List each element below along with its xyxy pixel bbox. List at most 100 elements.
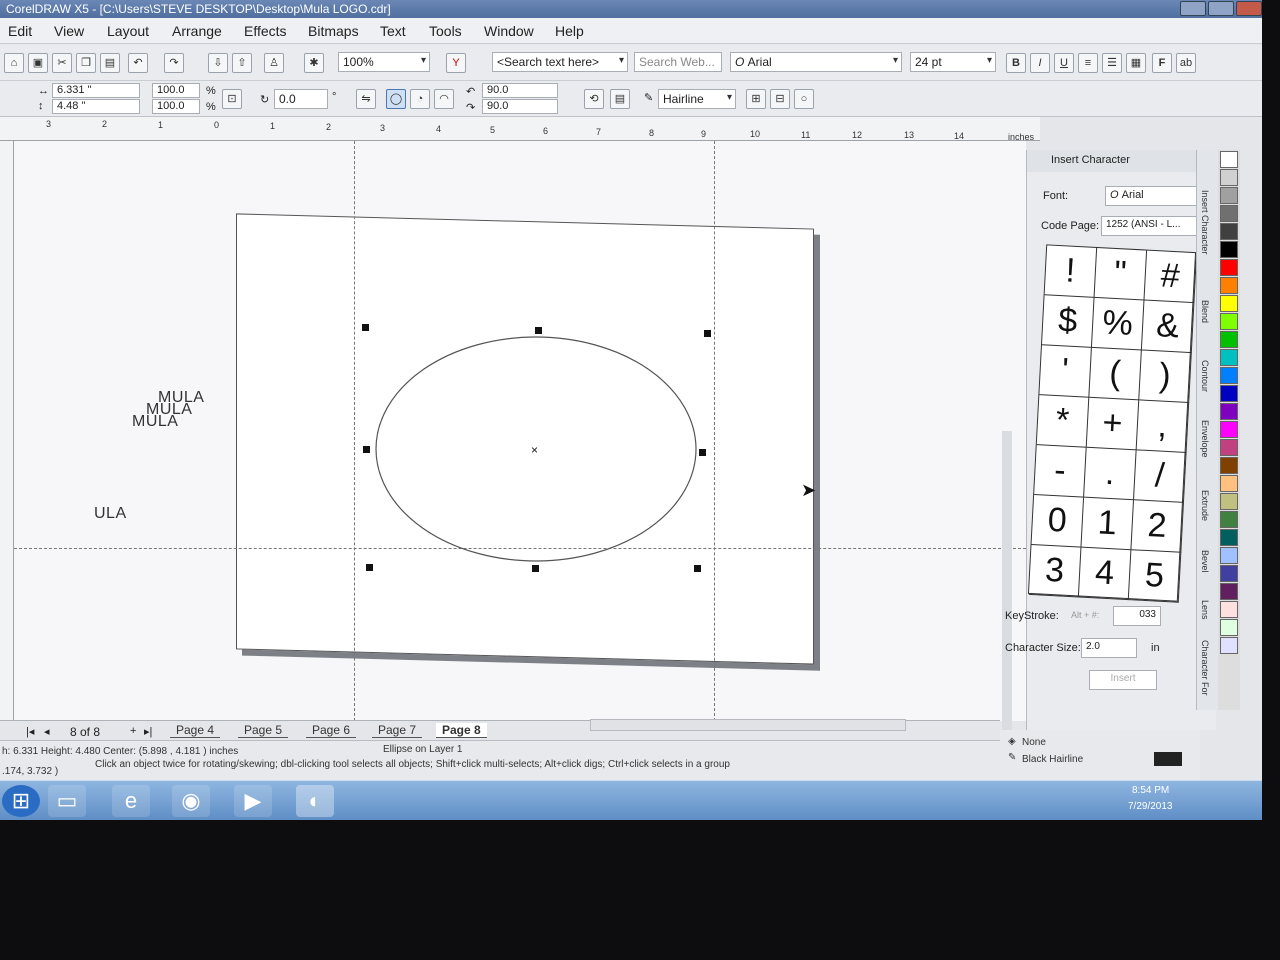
internet-explorer-icon[interactable]: e [112,785,150,817]
canvas-text-ula[interactable]: ULA [94,505,127,523]
close-button[interactable] [1236,1,1262,16]
color-swatch[interactable] [1220,259,1238,276]
prev-page-icon[interactable]: ◂ [44,725,50,738]
tab-lens[interactable]: Lens [1200,600,1210,620]
character-cell[interactable]: $ [1041,295,1095,348]
menu-text[interactable]: Text [380,23,406,39]
coreldraw-icon[interactable]: ◐ [296,785,334,817]
bullet-list-icon[interactable]: ☰ [1102,53,1122,73]
scale-x-field[interactable]: 100.0 [152,83,200,98]
character-cell[interactable]: & [1141,300,1195,354]
character-formatting-icon[interactable]: F [1152,53,1172,73]
start-button-icon[interactable]: ⊞ [2,785,40,817]
color-swatch[interactable] [1220,205,1238,222]
selection-handle-r[interactable] [699,449,706,456]
object-width-field[interactable]: 6.331 " [52,83,140,98]
color-swatch[interactable] [1220,583,1238,600]
codepage-select[interactable]: 1252 (ANSI - L... [1101,216,1205,236]
underline-icon[interactable]: U [1054,53,1074,73]
menu-window[interactable]: Window [484,23,534,39]
wrap-text-icon[interactable]: ▤ [610,89,630,109]
copy-icon[interactable]: ❐ [76,53,96,73]
vertical-ruler[interactable] [0,141,14,721]
color-swatch[interactable] [1220,475,1238,492]
object-height-field[interactable]: 4.48 " [52,99,140,114]
end-angle-field[interactable]: 90.0 [482,99,558,114]
next-page-icon[interactable]: + [130,725,136,737]
selected-ellipse[interactable]: × [14,141,1026,721]
character-cell[interactable]: 0 [1031,495,1085,548]
character-cell[interactable]: " [1094,247,1148,301]
selection-handle-tr[interactable] [704,330,711,337]
align-icon[interactable]: ≡ [1078,53,1098,73]
direction-icon[interactable]: ⟲ [584,89,604,109]
color-swatch[interactable] [1220,241,1238,258]
character-cell[interactable]: / [1133,450,1187,503]
color-swatch[interactable] [1220,637,1238,654]
rotation-angle-field[interactable]: 0.0 [274,89,328,109]
character-cell[interactable]: ( [1089,347,1142,401]
character-cell[interactable]: # [1144,250,1198,304]
lock-ratio-icon[interactable]: ⊡ [222,89,242,109]
import-icon[interactable]: ⇩ [208,53,228,73]
start-angle-field[interactable]: 90.0 [482,83,558,98]
menu-effects[interactable]: Effects [244,23,287,39]
vertical-scrollbar[interactable] [1002,431,1012,736]
convert-to-curves-icon[interactable]: ⊞ [746,89,766,109]
ellipse-icon[interactable]: ◯ [386,89,406,109]
character-cell[interactable]: ) [1139,350,1192,404]
save-icon[interactable]: ▣ [28,53,48,73]
selection-handle-br[interactable] [694,565,701,572]
color-swatch[interactable] [1220,619,1238,636]
last-page-icon[interactable]: ▸| [144,725,152,738]
redo-icon[interactable]: ↷ [164,53,184,73]
selection-handle-b[interactable] [532,565,539,572]
mirror-icon[interactable]: ⇋ [356,89,376,109]
tab-page-6[interactable]: Page 6 [306,723,357,738]
maximize-button[interactable] [1208,1,1234,16]
yahoo-icon[interactable]: Y [446,53,466,73]
media-player-icon[interactable]: ▶ [234,785,272,817]
character-cell[interactable]: * [1036,395,1090,448]
canvas-text-mula[interactable]: MULA [132,413,178,431]
character-cell[interactable]: % [1091,297,1145,351]
color-swatch[interactable] [1220,223,1238,240]
welcome-screen-icon[interactable]: ✱ [304,53,324,73]
docker-font-select[interactable]: O Arial [1105,186,1209,206]
menu-tools[interactable]: Tools [429,23,462,39]
color-swatch[interactable] [1220,565,1238,582]
paste-icon[interactable]: ▤ [100,53,120,73]
font-size-select[interactable]: 24 pt [910,52,996,72]
drawing-canvas[interactable]: × MULA MULA MULA ULA [14,141,1026,736]
menu-arrange[interactable]: Arrange [172,23,222,39]
keystroke-code-field[interactable]: 033 [1113,606,1161,626]
character-cell[interactable]: 1 [1081,497,1134,551]
tab-contour[interactable]: Contour [1200,360,1210,392]
character-cell[interactable]: 4 [1078,547,1132,601]
selection-handle-l[interactable] [363,446,370,453]
font-family-select[interactable]: O Arial [730,52,902,72]
bold-icon[interactable]: B [1006,53,1026,73]
export-icon[interactable]: ⇧ [232,53,252,73]
color-swatch[interactable] [1220,601,1238,618]
color-swatch[interactable] [1220,529,1238,546]
search-text-input[interactable]: <Search text here> [492,52,628,72]
character-cell[interactable]: 3 [1028,544,1082,598]
color-swatch[interactable] [1220,169,1238,186]
color-swatch[interactable] [1220,367,1238,384]
scale-y-field[interactable]: 100.0 [152,99,200,114]
search-web-input[interactable]: Search Web... [634,52,722,72]
horizontal-scrollbar[interactable] [590,719,906,731]
edit-text-icon[interactable]: ab [1176,53,1196,73]
chrome-icon[interactable]: ◉ [172,785,210,817]
publish-pdf-icon[interactable]: ♙ [264,53,284,73]
menu-layout[interactable]: Layout [107,23,149,39]
character-cell[interactable]: - [1034,445,1087,498]
combine-icon[interactable]: ⊟ [770,89,790,109]
pie-icon[interactable]: ◔ [410,89,430,109]
charsize-field[interactable]: 2.0 [1081,638,1137,658]
color-swatch[interactable] [1220,511,1238,528]
tab-blend[interactable]: Blend [1200,300,1210,323]
open-icon[interactable]: ⌂ [4,53,24,73]
tab-bevel[interactable]: Bevel [1200,550,1210,573]
